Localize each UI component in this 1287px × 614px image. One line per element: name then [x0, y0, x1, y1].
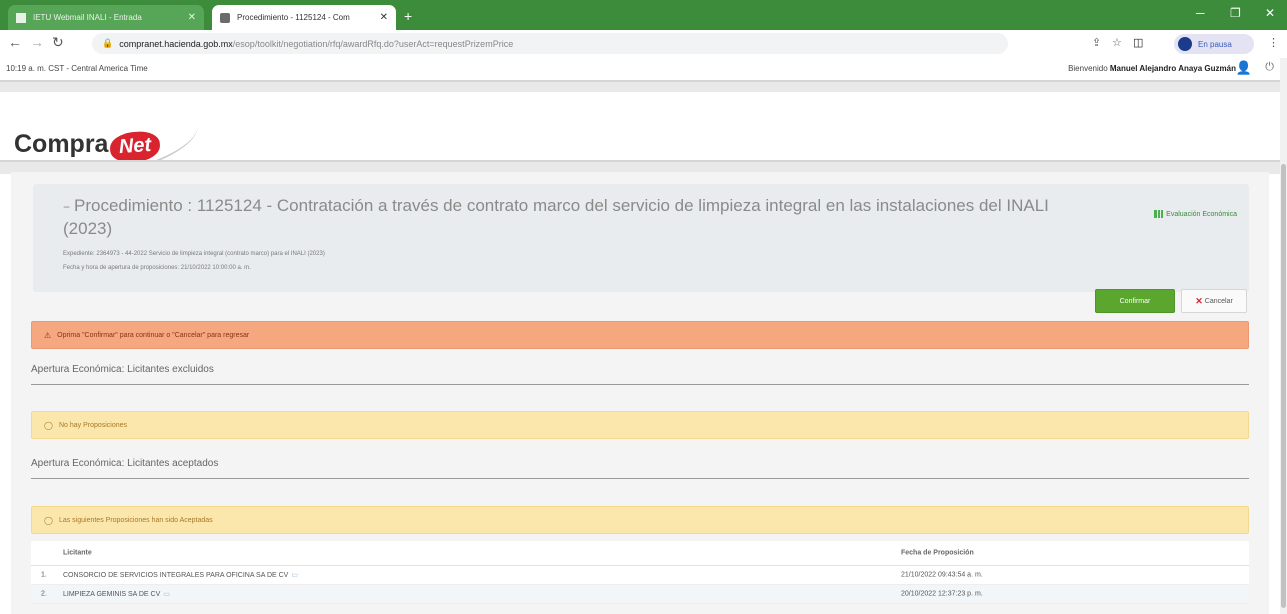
- accepted-bidders-heading: Apertura Económica: Licitantes aceptados: [31, 458, 1249, 479]
- logout-icon[interactable]: ⏻: [1265, 61, 1274, 74]
- bidder-name: CONSORCIO DE SERVICIOS INTEGRALES PARA O…: [63, 571, 298, 579]
- user-info-bar: 10:19 a. m. CST - Central America Time B…: [0, 58, 1280, 80]
- page-scrollbar[interactable]: [1280, 58, 1287, 614]
- procedure-title-row: − Procedimiento : 1125124 - Contratación …: [63, 195, 1063, 239]
- tab-favicon-icon: [16, 12, 26, 23]
- address-bar[interactable]: 🔒 compranet.hacienda.gob.mx /esop/toolki…: [92, 33, 1008, 54]
- accepted-proposals-notice: ◯ Las siguientes Proposiciones han sido …: [31, 506, 1249, 534]
- close-window-icon[interactable]: ✕: [1265, 6, 1275, 20]
- expediente-text: Expediente: 2364973 - 44-2022 Servicio d…: [63, 251, 325, 257]
- browser-tab-webmail[interactable]: IETU Webmail INALI - Entrada ✕: [8, 5, 204, 30]
- no-proposals-notice: ◯ No hay Proposiciones: [31, 411, 1249, 439]
- star-icon[interactable]: ☆: [1112, 36, 1122, 49]
- no-proposals-text: No hay Proposiciones: [58, 421, 128, 429]
- confirm-button[interactable]: Confirmar: [1095, 289, 1175, 313]
- welcome-prefix: Bienvenido: [1068, 64, 1108, 73]
- column-header-date[interactable]: Fecha de Proposición: [901, 550, 974, 557]
- apertura-date-text: Fecha y hora de apertura de proposicione…: [63, 265, 251, 271]
- lock-icon: 🔒: [102, 38, 114, 48]
- row-number: 2.: [41, 590, 47, 598]
- menu-icon[interactable]: ⋮: [1268, 36, 1279, 49]
- procedure-card: − Procedimiento : 1125124 - Contratación …: [33, 184, 1249, 292]
- tab-favicon-icon: [220, 12, 230, 23]
- cancel-button-label: Cancelar: [1204, 297, 1233, 305]
- browser-tab-bar: IETU Webmail INALI - Entrada ✕ Procedimi…: [0, 0, 1287, 30]
- cancel-button[interactable]: ✕ Cancelar: [1181, 289, 1247, 313]
- evaluacion-economica-link[interactable]: Evaluación Económica: [1154, 210, 1237, 218]
- row-number: 1.: [41, 571, 47, 579]
- share-icon[interactable]: ⇪: [1092, 36, 1101, 49]
- table-body: 1. CONSORCIO DE SERVICIOS INTEGRALES PAR…: [31, 566, 1249, 604]
- new-tab-button[interactable]: +: [404, 8, 412, 24]
- bidder-name: LIMPIEZA GEMINIS SA DE CV ▭: [63, 590, 170, 598]
- logo-area: Compra Net: [0, 92, 1280, 184]
- evaluacion-economica-label: Evaluación Económica: [1166, 210, 1237, 218]
- profile-button[interactable]: En pausa: [1174, 34, 1254, 54]
- column-header-bidder[interactable]: Licitante: [63, 550, 92, 557]
- forward-arrow-icon[interactable]: →: [30, 34, 44, 50]
- user-name: Manuel Alejandro Anaya Guzmán: [1109, 64, 1236, 73]
- bidder-name-text: LIMPIEZA GEMINIS SA DE CV: [63, 591, 161, 598]
- proposal-date: 21/10/2022 09:43:54 a. m.: [901, 571, 983, 579]
- document-icon[interactable]: ▭: [163, 591, 170, 598]
- avatar: [1178, 37, 1192, 51]
- logo-badge: Net: [109, 130, 162, 164]
- main-content: − Procedimiento : 1125124 - Contratación …: [11, 172, 1269, 614]
- confirm-warning-alert: ⚠ Oprima "Confirmar" para continuar o "C…: [31, 321, 1249, 349]
- reload-icon[interactable]: ↻: [52, 34, 64, 51]
- browser-tab-procedimiento[interactable]: Procedimiento - 1125124 - Com ✕: [212, 5, 396, 30]
- profile-label: En pausa: [1198, 39, 1232, 49]
- tab-title: Procedimiento - 1125124 - Com: [237, 13, 350, 22]
- url-host: compranet.hacienda.gob.mx: [119, 38, 233, 49]
- collapse-toggle-icon[interactable]: −: [63, 200, 70, 214]
- compranet-logo[interactable]: Compra Net: [14, 130, 162, 164]
- table-row: 2. LIMPIEZA GEMINIS SA DE CV ▭ 20/10/2022…: [31, 585, 1249, 604]
- sidebar-icon[interactable]: ◫: [1133, 36, 1143, 49]
- info-circle-icon: ◯: [44, 420, 53, 430]
- scrollbar-thumb[interactable]: [1281, 164, 1286, 608]
- info-circle-icon: ◯: [44, 515, 53, 525]
- excluded-bidders-heading: Apertura Económica: Licitantes excluidos: [31, 364, 1249, 385]
- cancel-x-icon: ✕: [1195, 295, 1203, 306]
- maximize-icon[interactable]: ❐: [1230, 6, 1241, 20]
- table-row: 1. CONSORCIO DE SERVICIOS INTEGRALES PAR…: [31, 566, 1249, 585]
- back-arrow-icon[interactable]: ←: [8, 34, 22, 50]
- accepted-notice-text: Las siguientes Proposiciones han sido Ac…: [58, 516, 213, 524]
- browser-toolbar: ← → ↻ 🔒 compranet.hacienda.gob.mx /esop/…: [0, 30, 1287, 59]
- accepted-bidders-table: Licitante Fecha de Proposición 1. CONSOR…: [31, 541, 1249, 604]
- warning-icon: ⚠: [44, 330, 52, 340]
- table-header: Licitante Fecha de Proposición: [31, 541, 1249, 566]
- warning-text: Oprima "Confirmar" para continuar o "Can…: [57, 331, 250, 339]
- close-tab-icon[interactable]: ✕: [380, 12, 388, 23]
- tab-title: IETU Webmail INALI - Entrada: [33, 13, 142, 22]
- user-icon[interactable]: 👤: [1236, 60, 1252, 76]
- close-tab-icon[interactable]: ✕: [188, 12, 196, 23]
- logo-text: Compra: [14, 130, 109, 158]
- proposal-date: 20/10/2022 12:37:23 p. m.: [901, 590, 983, 598]
- current-time: 10:19 a. m. CST - Central America Time: [6, 64, 148, 73]
- document-icon[interactable]: ▭: [291, 572, 298, 579]
- welcome-message: Bienvenido Manuel Alejandro Anaya Guzmán: [1068, 64, 1236, 73]
- minimize-icon[interactable]: ─: [1196, 6, 1205, 20]
- bar-chart-icon: [1154, 210, 1164, 218]
- bidder-name-text: CONSORCIO DE SERVICIOS INTEGRALES PARA O…: [63, 572, 289, 579]
- procedure-title: Procedimiento : 1125124 - Contratación a…: [63, 196, 1049, 238]
- url-path: /esop/toolkit/negotiation/rfq/awardRfq.d…: [232, 38, 514, 49]
